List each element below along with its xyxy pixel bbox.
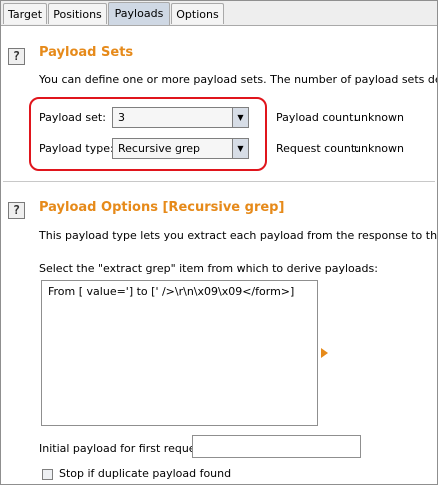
tab-options[interactable]: Options [171,3,224,24]
tab-payloads[interactable]: Payloads [108,2,170,25]
help-icon[interactable]: ? [8,48,25,65]
help-icon[interactable]: ? [8,202,25,219]
list-item[interactable]: From [ value='] to [' />\r\n\x09\x09</fo… [48,285,294,298]
request-count-label: Request count: [276,142,359,155]
payload-count-value: unknown [354,111,404,124]
payload-type-label: Payload type: [39,142,114,155]
tab-strip: Target Positions Payloads Options [1,1,437,26]
stop-duplicate-checkbox[interactable] [42,469,53,480]
extract-grep-prompt: Select the "extract grep" item from whic… [39,262,378,275]
stop-duplicate-label: Stop if duplicate payload found [59,467,232,480]
chevron-down-icon[interactable]: ▼ [232,108,248,127]
payload-options-title: Payload Options [Recursive grep] [39,200,285,215]
payload-sets-title: Payload Sets [39,45,134,60]
tab-target[interactable]: Target [3,3,47,24]
payload-type-select[interactable]: Recursive grep ▼ [112,138,249,159]
payload-set-value: 3 [118,111,125,124]
section-divider-highlight [3,182,435,183]
payload-count-label: Payload count: [276,111,358,124]
initial-payload-label: Initial payload for first request: [39,442,210,455]
payloads-content: ? Payload Sets You can define one or mor… [1,26,437,484]
request-count-value: unknown [354,142,404,155]
tab-positions[interactable]: Positions [48,3,107,24]
payload-type-value: Recursive grep [118,142,201,155]
payload-set-label: Payload set: [39,111,106,124]
payload-sets-description: You can define one or more payload sets.… [39,73,437,86]
initial-payload-input[interactable] [192,435,361,458]
payload-set-select[interactable]: 3 ▼ [112,107,249,128]
chevron-down-icon[interactable]: ▼ [232,139,248,158]
intruder-panel: Target Positions Payloads Options ? Payl… [0,0,438,485]
extract-grep-list[interactable]: From [ value='] to [' />\r\n\x09\x09</fo… [41,280,318,426]
payload-options-description: This payload type lets you extract each … [39,229,437,242]
arrow-right-icon [321,348,328,358]
